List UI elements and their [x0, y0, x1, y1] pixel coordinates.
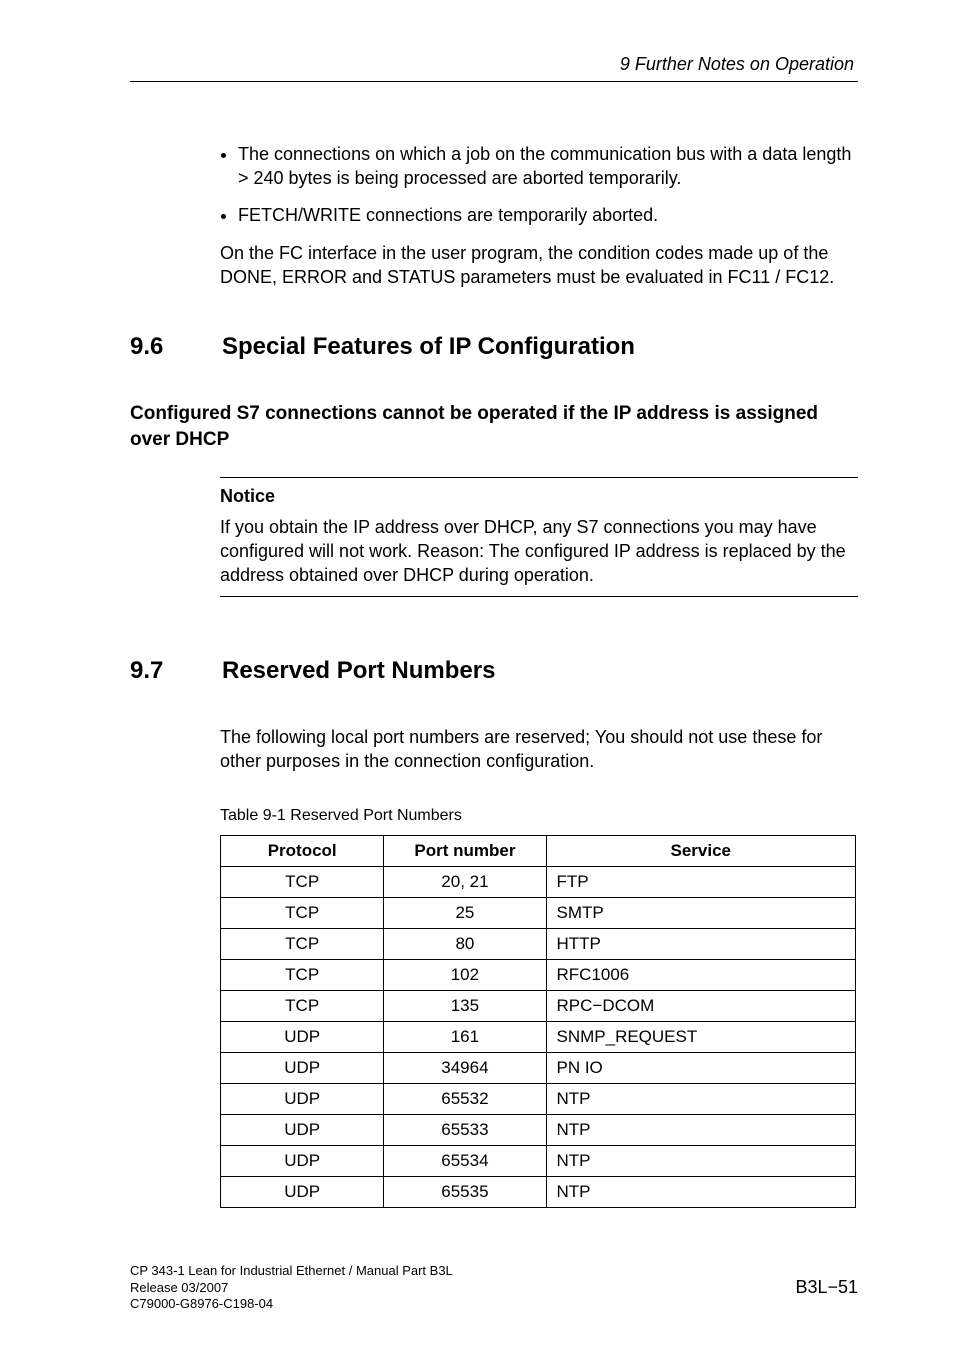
notice-text: If you obtain the IP address over DHCP, … — [220, 515, 858, 588]
notice-label: Notice — [220, 486, 858, 507]
col-header-protocol: Protocol — [221, 836, 384, 867]
notice-rule-top — [220, 477, 858, 478]
section-number: 9.7 — [130, 657, 184, 685]
footer-line-3: C79000-G8976-C198-04 — [130, 1296, 858, 1312]
cell-service: SMTP — [546, 898, 856, 929]
cell-protocol: UDP — [221, 1022, 384, 1053]
cell-port: 25 — [384, 898, 546, 929]
section-title: Special Features of IP Configuration — [222, 333, 635, 361]
cell-protocol: TCP — [221, 898, 384, 929]
cell-port: 80 — [384, 929, 546, 960]
page-footer: CP 343-1 Lean for Industrial Ethernet / … — [130, 1263, 858, 1312]
notice-rule-bottom — [220, 596, 858, 597]
section-9-6-subhead: Configured S7 connections cannot be oper… — [130, 401, 858, 452]
cell-protocol: UDP — [221, 1053, 384, 1084]
table-row: UDP65532NTP — [221, 1084, 856, 1115]
cell-port: 102 — [384, 960, 546, 991]
cell-port: 65534 — [384, 1146, 546, 1177]
header-rule — [130, 81, 858, 82]
col-header-port: Port number — [384, 836, 546, 867]
table-row: TCP20, 21FTP — [221, 867, 856, 898]
cell-service: RPC−DCOM — [546, 991, 856, 1022]
table-row: UDP65534NTP — [221, 1146, 856, 1177]
col-header-service: Service — [546, 836, 856, 867]
notice-block: Notice If you obtain the IP address over… — [220, 477, 858, 597]
cell-protocol: UDP — [221, 1115, 384, 1146]
cell-service: FTP — [546, 867, 856, 898]
section-number: 9.6 — [130, 333, 184, 361]
intro-bullet-1: The connections on which a job on the co… — [238, 142, 858, 191]
cell-port: 65535 — [384, 1177, 546, 1208]
port-table: Protocol Port number Service TCP20, 21FT… — [220, 835, 856, 1208]
cell-port: 20, 21 — [384, 867, 546, 898]
table-row: UDP65535NTP — [221, 1177, 856, 1208]
table-row: UDP65533NTP — [221, 1115, 856, 1146]
cell-protocol: UDP — [221, 1177, 384, 1208]
section-9-7-paragraph: The following local port numbers are res… — [220, 725, 858, 774]
table-caption: Table 9-1 Reserved Port Numbers — [220, 807, 858, 825]
cell-protocol: UDP — [221, 1084, 384, 1115]
cell-protocol: UDP — [221, 1146, 384, 1177]
cell-service: HTTP — [546, 929, 856, 960]
cell-port: 34964 — [384, 1053, 546, 1084]
table-row: TCP80HTTP — [221, 929, 856, 960]
cell-protocol: TCP — [221, 867, 384, 898]
running-head: 9 Further Notes on Operation — [130, 54, 858, 75]
cell-service: NTP — [546, 1146, 856, 1177]
cell-service: PN IO — [546, 1053, 856, 1084]
cell-service: NTP — [546, 1115, 856, 1146]
table-row: TCP135RPC−DCOM — [221, 991, 856, 1022]
table-header-row: Protocol Port number Service — [221, 836, 856, 867]
intro-paragraph: On the FC interface in the user program,… — [220, 241, 858, 290]
cell-service: NTP — [546, 1084, 856, 1115]
table-row: TCP25SMTP — [221, 898, 856, 929]
cell-port: 135 — [384, 991, 546, 1022]
cell-port: 161 — [384, 1022, 546, 1053]
cell-port: 65533 — [384, 1115, 546, 1146]
intro-bullet-2: FETCH/WRITE connections are temporarily … — [238, 203, 858, 227]
section-9-7-heading: 9.7 Reserved Port Numbers — [130, 657, 858, 685]
section-9-6-heading: 9.6 Special Features of IP Configuration — [130, 333, 858, 361]
cell-service: RFC1006 — [546, 960, 856, 991]
cell-protocol: TCP — [221, 991, 384, 1022]
cell-port: 65532 — [384, 1084, 546, 1115]
intro-bullets: The connections on which a job on the co… — [220, 142, 858, 227]
table-row: TCP102RFC1006 — [221, 960, 856, 991]
section-title: Reserved Port Numbers — [222, 657, 495, 685]
cell-protocol: TCP — [221, 929, 384, 960]
footer-line-2: Release 03/2007 — [130, 1280, 858, 1296]
cell-service: NTP — [546, 1177, 856, 1208]
page-number: B3L−51 — [795, 1276, 858, 1299]
footer-line-1: CP 343-1 Lean for Industrial Ethernet / … — [130, 1263, 858, 1279]
table-row: UDP34964PN IO — [221, 1053, 856, 1084]
cell-protocol: TCP — [221, 960, 384, 991]
table-row: UDP161SNMP_REQUEST — [221, 1022, 856, 1053]
cell-service: SNMP_REQUEST — [546, 1022, 856, 1053]
